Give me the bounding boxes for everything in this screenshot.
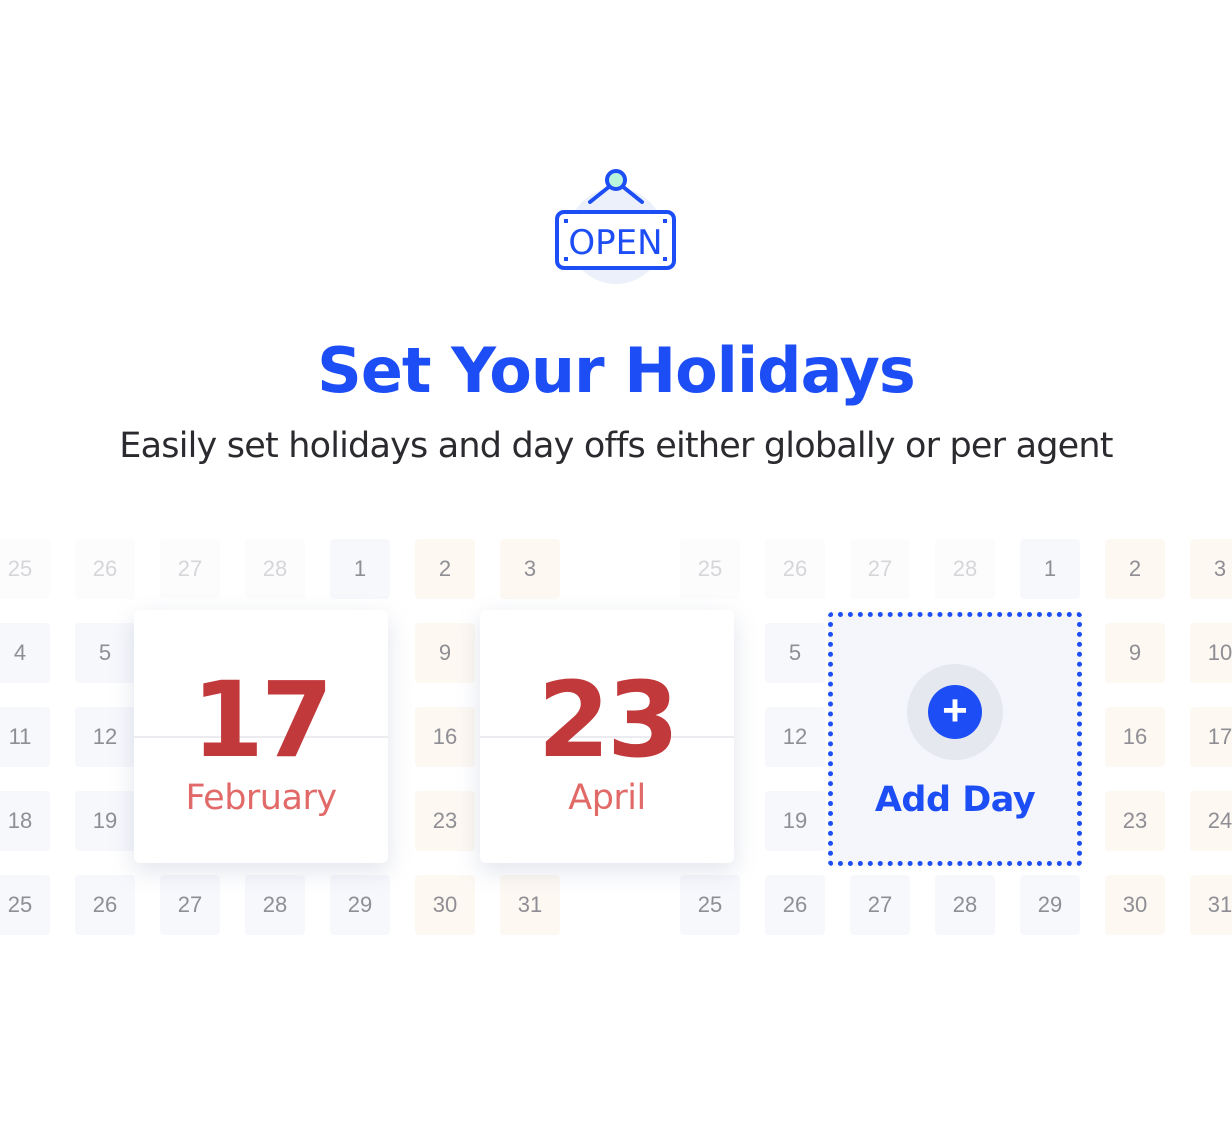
calendar-day-tile: 26	[75, 875, 135, 935]
calendar-day-tile: 30	[1105, 875, 1165, 935]
calendar-day-tile: 16	[1105, 707, 1165, 767]
calendar-day-tile: 25	[0, 539, 50, 599]
holiday-day: 23	[537, 659, 680, 781]
calendar-day-tile: 28	[935, 539, 995, 599]
calendar-day-tile: 30	[415, 875, 475, 935]
calendar-day-tile: 28	[245, 875, 305, 935]
add-day-button[interactable]: + Add Day	[828, 612, 1082, 866]
calendar-day-tile: 3	[1190, 539, 1232, 599]
calendar-day-tile: 28	[245, 539, 305, 599]
calendar-day-tile: 28	[935, 875, 995, 935]
calendar-day-tile: 31	[1190, 875, 1232, 935]
holiday-month: April	[568, 778, 646, 818]
calendar-day-tile: 10	[1190, 623, 1232, 683]
holiday-card-february[interactable]: 17 February	[134, 610, 388, 863]
calendar-day-tile: 16	[415, 707, 475, 767]
calendar-day-tile: 19	[765, 791, 825, 851]
calendar-day-tile: 12	[765, 707, 825, 767]
calendar-day-tile: 9	[1105, 623, 1165, 683]
calendar-day-tile: 2	[415, 539, 475, 599]
calendar-day-tile: 26	[765, 875, 825, 935]
open-sign-text: OPEN	[568, 223, 662, 263]
plus-circle-icon[interactable]: +	[928, 685, 982, 739]
calendar-day-tile: 26	[765, 539, 825, 599]
calendar-day-tile: 19	[75, 791, 135, 851]
calendar-day-tile: 27	[850, 539, 910, 599]
open-sign-icon: OPEN	[554, 166, 678, 286]
page-subtitle: Easily set holidays and day offs either …	[119, 426, 1113, 466]
calendar-day-tile: 25	[680, 875, 740, 935]
calendar-day-tile: 23	[415, 791, 475, 851]
calendar-day-tile: 23	[1105, 791, 1165, 851]
calendar-day-tile: 31	[500, 875, 560, 935]
calendar-day-tile: 1	[1020, 539, 1080, 599]
calendar-day-tile: 24	[1190, 791, 1232, 851]
calendar-day-tile: 3	[500, 539, 560, 599]
add-day-label: Add Day	[874, 780, 1036, 820]
calendar-day-tile: 18	[0, 791, 50, 851]
calendar-day-tile: 17	[1190, 707, 1232, 767]
holiday-card-april[interactable]: 23 April	[480, 610, 734, 863]
calendar-day-tile: 4	[0, 623, 50, 683]
calendar-day-tile: 9	[415, 623, 475, 683]
plus-halo: +	[907, 664, 1003, 760]
calendar-day-tile: 27	[160, 539, 220, 599]
page-title: Set Your Holidays	[317, 334, 916, 407]
calendar-day-tile: 27	[850, 875, 910, 935]
calendar-day-tile: 27	[160, 875, 220, 935]
calendar-day-tile: 5	[765, 623, 825, 683]
holiday-day: 17	[191, 659, 334, 781]
calendar-day-tile: 2	[1105, 539, 1165, 599]
calendar-day-tile: 29	[330, 875, 390, 935]
calendar-day-tile: 26	[75, 539, 135, 599]
calendar-day-tile: 25	[680, 539, 740, 599]
calendar-day-tile: 11	[0, 707, 50, 767]
calendar-day-tile: 25	[0, 875, 50, 935]
holiday-month: February	[185, 778, 337, 818]
calendar-day-tile: 12	[75, 707, 135, 767]
calendar-day-tile: 1	[330, 539, 390, 599]
calendar-day-tile: 5	[75, 623, 135, 683]
calendar-day-tile: 29	[1020, 875, 1080, 935]
